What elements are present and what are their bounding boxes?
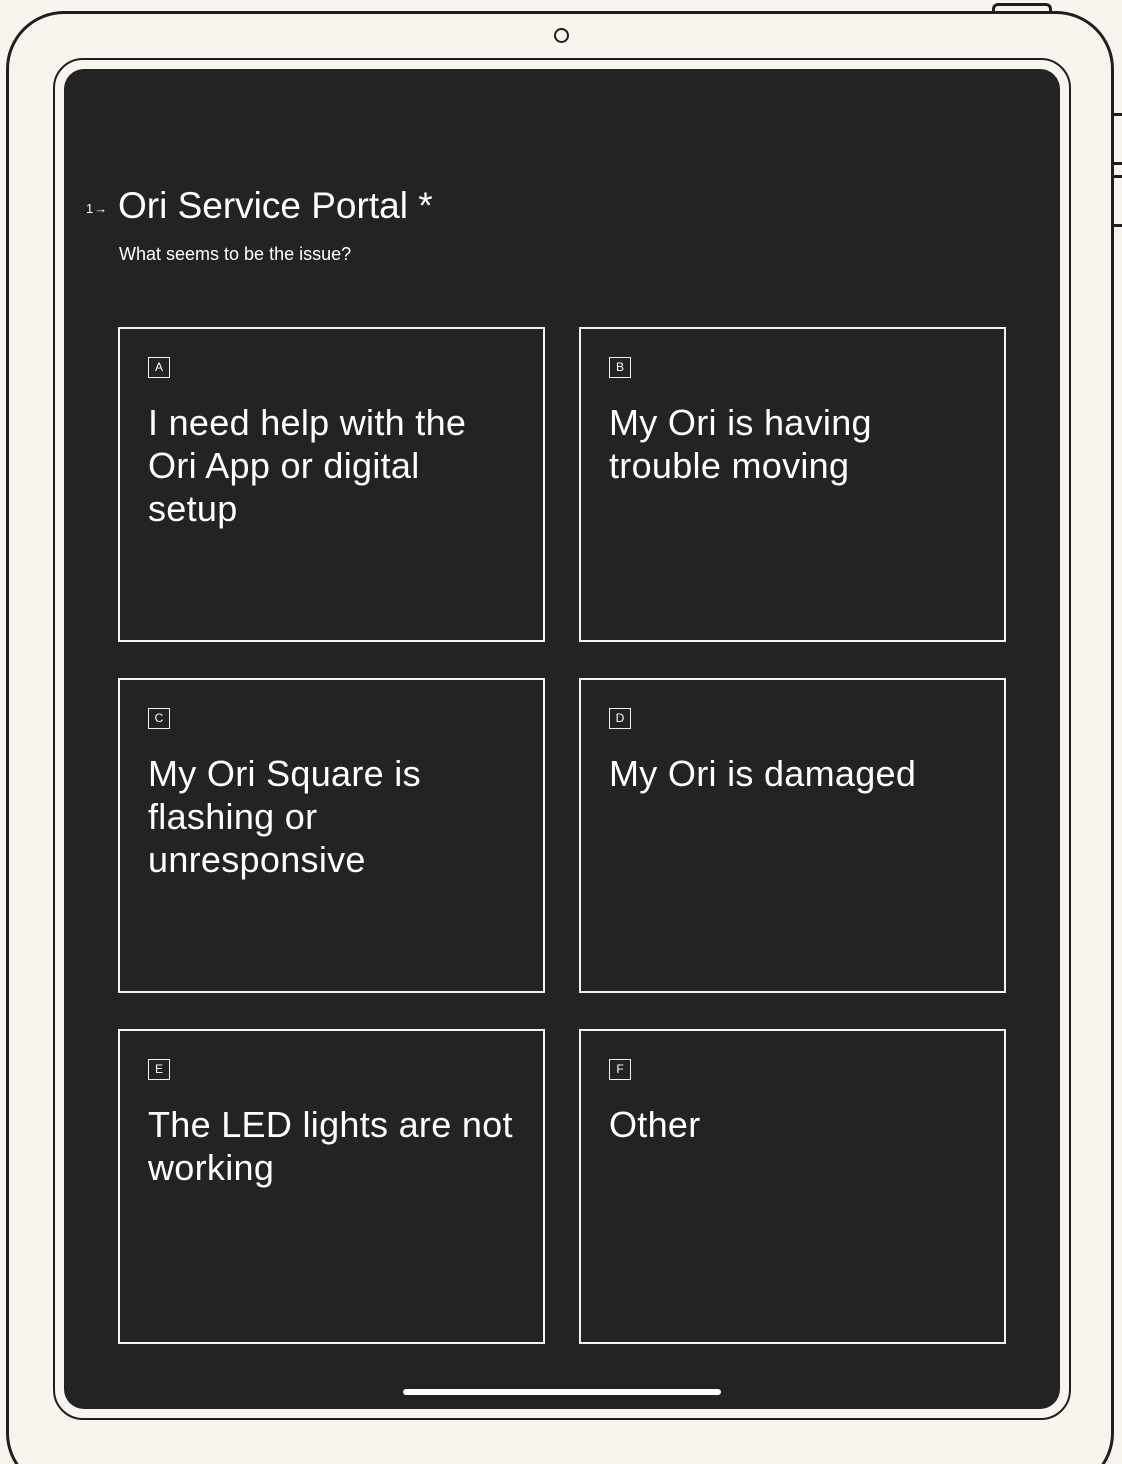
option-label: My Ori is damaged — [609, 753, 917, 794]
camera-icon — [554, 28, 569, 43]
option-a[interactable]: A I need help with the Ori App or digita… — [118, 327, 545, 642]
question-number: 1→ — [86, 201, 109, 216]
page-title: Ori Service Portal * — [118, 185, 433, 226]
option-key-badge: D — [609, 708, 631, 729]
option-f[interactable]: F Other — [579, 1029, 1006, 1344]
option-key-badge: A — [148, 357, 170, 378]
option-label: Other — [609, 1104, 701, 1145]
option-key-badge: B — [609, 357, 631, 378]
option-d[interactable]: D My Ori is damaged — [579, 678, 1006, 993]
screen: 1→ Ori Service Portal * What seems to be… — [64, 69, 1060, 1409]
option-e[interactable]: E The LED lights are not working — [118, 1029, 545, 1344]
option-key-badge: F — [609, 1059, 631, 1080]
question-subtitle: What seems to be the issue? — [119, 244, 352, 264]
option-c[interactable]: C My Ori Square is flashing or unrespons… — [118, 678, 545, 993]
home-indicator[interactable] — [403, 1389, 721, 1395]
page: 1→ Ori Service Portal * What seems to be… — [0, 0, 1122, 1464]
option-key-badge: E — [148, 1059, 170, 1080]
option-label: My Ori Square is flashing or unresponsiv… — [148, 753, 421, 880]
option-label: My Ori is having trouble moving — [609, 402, 872, 486]
option-b[interactable]: B My Ori is having trouble moving — [579, 327, 1006, 642]
volume-down-button — [1114, 175, 1122, 227]
option-label: I need help with the Ori App or digital … — [148, 402, 467, 529]
volume-up-button — [1114, 113, 1122, 165]
option-key-badge: C — [148, 708, 170, 729]
option-label: The LED lights are not working — [148, 1104, 513, 1188]
